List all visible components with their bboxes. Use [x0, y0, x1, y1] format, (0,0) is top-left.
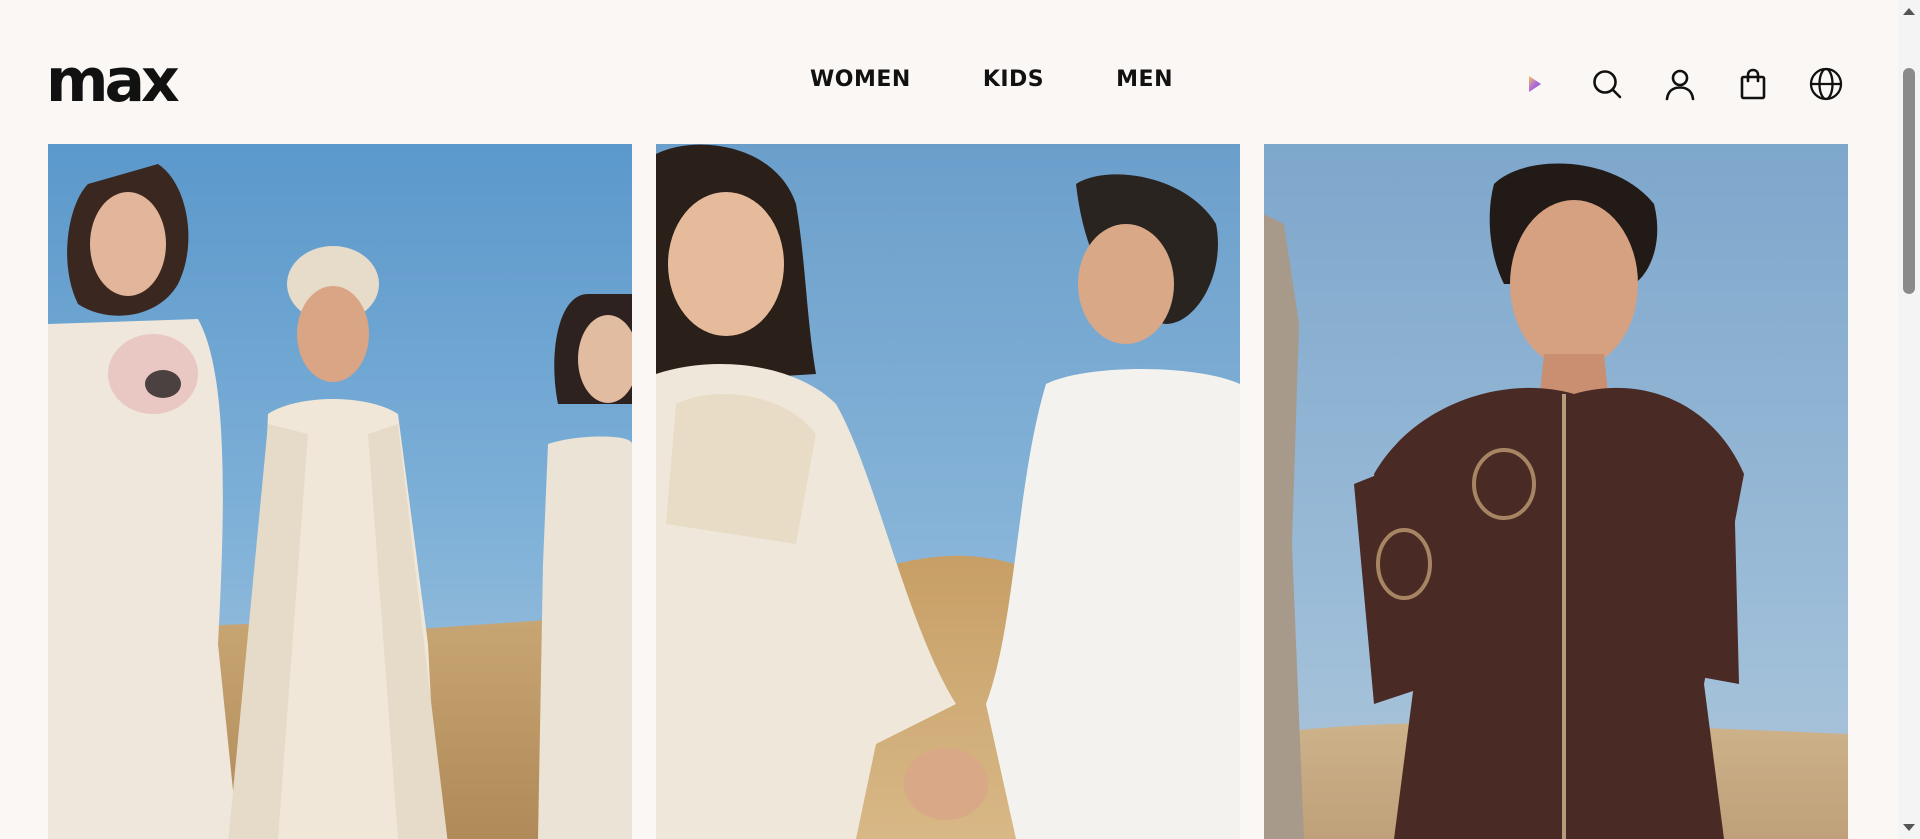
hero-tile-kids[interactable] [656, 144, 1240, 839]
max-logo[interactable]: max [46, 48, 180, 114]
shopping-bag-icon[interactable] [1733, 64, 1773, 104]
page: max WOMEN KIDS MEN [0, 0, 1920, 839]
hero-tile-men[interactable] [1264, 144, 1848, 839]
scroll-up-arrow-icon[interactable] [1903, 8, 1915, 15]
header-actions [1514, 64, 1846, 104]
play-icon[interactable] [1514, 64, 1554, 104]
main-nav: WOMEN KIDS MEN [810, 64, 1173, 96]
women-photo [48, 144, 632, 839]
kids-photo [656, 144, 1240, 839]
scroll-down-arrow-icon[interactable] [1903, 824, 1915, 831]
scroll-thumb[interactable] [1903, 68, 1915, 294]
nav-men[interactable]: MEN [1116, 64, 1173, 96]
hero-tile-women[interactable] [48, 144, 632, 839]
search-icon[interactable] [1587, 64, 1627, 104]
site-header: max WOMEN KIDS MEN [0, 0, 1898, 144]
nav-women[interactable]: WOMEN [810, 64, 911, 96]
vertical-scrollbar[interactable] [1898, 0, 1920, 839]
nav-kids[interactable]: KIDS [983, 64, 1044, 96]
globe-icon[interactable] [1806, 64, 1846, 104]
men-photo [1264, 144, 1848, 839]
account-icon[interactable] [1660, 64, 1700, 104]
hero-tiles [48, 144, 1848, 839]
